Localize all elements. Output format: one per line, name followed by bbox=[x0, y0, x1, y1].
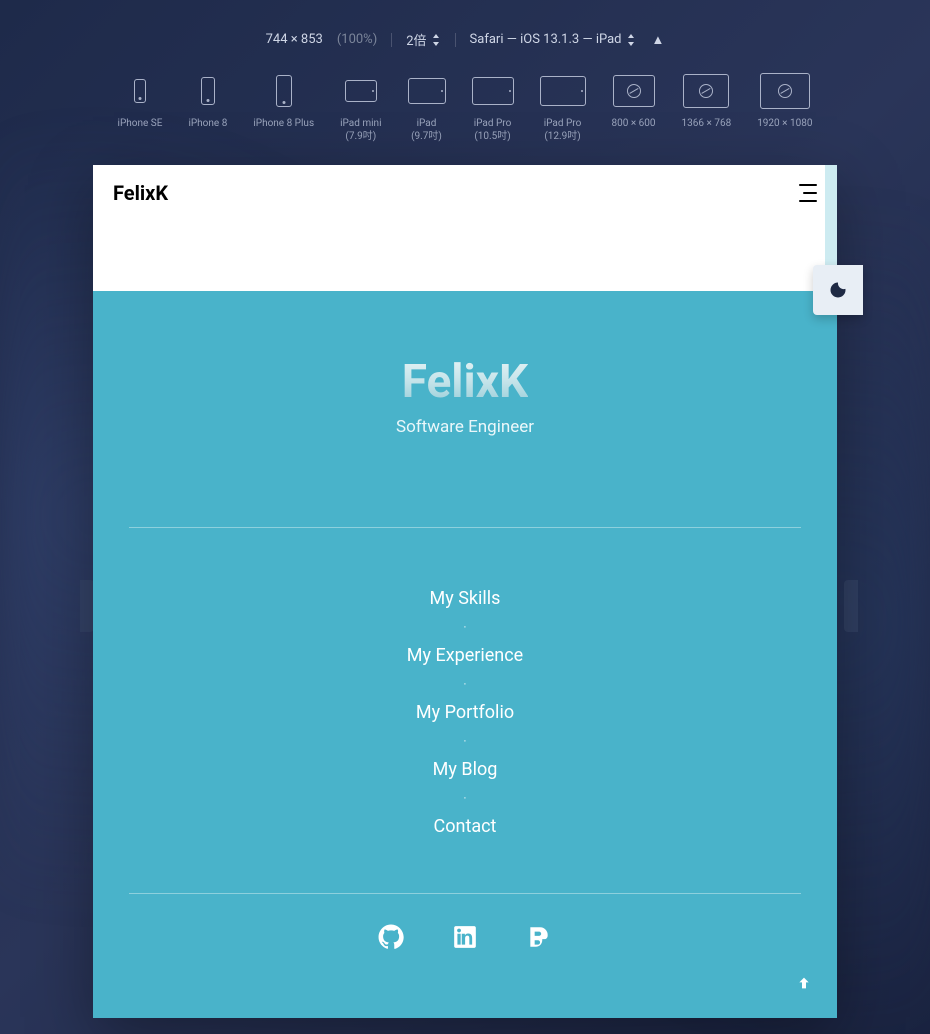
blog-icon[interactable] bbox=[526, 924, 552, 950]
compass-icon bbox=[778, 84, 792, 98]
prev-handle[interactable] bbox=[80, 580, 94, 632]
pixel-ratio-select[interactable]: 2倍 bbox=[406, 30, 440, 49]
brand-logo[interactable]: FelixK bbox=[113, 181, 168, 205]
responsive-status-row: 744 × 853 (100%) 2倍 Safari — iOS 13.1.3 … bbox=[266, 30, 665, 49]
next-handle[interactable] bbox=[844, 580, 858, 632]
device-iphone-8-plus[interactable]: iPhone 8 Plus bbox=[253, 71, 314, 130]
zoom-percent[interactable]: (100%) bbox=[337, 32, 377, 47]
linkedin-icon[interactable] bbox=[452, 924, 478, 950]
chevron-updown-icon bbox=[431, 34, 441, 46]
chevron-updown-icon bbox=[626, 34, 636, 46]
hero-title: FelixK bbox=[402, 355, 529, 409]
menu-button[interactable] bbox=[791, 182, 817, 204]
device-ipad[interactable]: iPad(9.7吋) bbox=[408, 71, 446, 143]
compass-icon bbox=[699, 84, 713, 98]
tablet-icon bbox=[345, 80, 377, 102]
divider bbox=[129, 893, 801, 894]
nav-separator: · bbox=[463, 792, 466, 804]
footer-nav: My Skills · My Experience · My Portfolio… bbox=[93, 588, 837, 837]
nav-link-experience[interactable]: My Experience bbox=[407, 645, 523, 666]
device-800x600[interactable]: 800 × 600 bbox=[612, 71, 656, 130]
nav-separator: · bbox=[463, 735, 466, 747]
device-1366x768[interactable]: 1366 × 768 bbox=[682, 71, 732, 130]
moon-icon bbox=[828, 280, 848, 300]
device-ipad-pro-12[interactable]: iPad Pro(12.9吋) bbox=[540, 71, 586, 143]
monitor-icon bbox=[613, 75, 655, 107]
nav-separator: · bbox=[463, 678, 466, 690]
nav-link-contact[interactable]: Contact bbox=[434, 816, 497, 837]
device-preset-row: iPhone SE iPhone 8 iPhone 8 Plus iPad mi… bbox=[118, 71, 813, 143]
hero-subtitle: Software Engineer bbox=[93, 417, 837, 437]
user-agent-value: Safari — iOS 13.1.3 — iPad bbox=[470, 32, 622, 47]
tablet-icon bbox=[540, 76, 586, 106]
phone-icon bbox=[276, 75, 292, 107]
separator bbox=[455, 33, 456, 47]
scroll-top-button[interactable] bbox=[789, 968, 819, 998]
header-gap bbox=[93, 221, 837, 291]
viewport-dimensions[interactable]: 744 × 853 bbox=[266, 32, 323, 47]
nav-link-portfolio[interactable]: My Portfolio bbox=[416, 702, 514, 723]
nav-link-blog[interactable]: My Blog bbox=[433, 759, 498, 780]
nav-separator: · bbox=[463, 621, 466, 633]
rendered-page-frame: FelixK FelixK Software Engineer My Skill… bbox=[93, 165, 837, 1018]
nav-link-skills[interactable]: My Skills bbox=[430, 588, 501, 609]
tablet-icon bbox=[408, 78, 446, 104]
monitor-icon bbox=[760, 73, 810, 109]
hero-section: FelixK Software Engineer bbox=[93, 291, 837, 437]
device-1920x1080[interactable]: 1920 × 1080 bbox=[757, 71, 812, 130]
device-ipad-mini[interactable]: iPad mini(7.9吋) bbox=[340, 71, 381, 143]
separator bbox=[391, 33, 392, 47]
tablet-icon bbox=[472, 77, 514, 105]
responsive-toolbar: 744 × 853 (100%) 2倍 Safari — iOS 13.1.3 … bbox=[0, 0, 930, 143]
divider bbox=[129, 527, 801, 528]
device-ipad-pro-10[interactable]: iPad Pro(10.5吋) bbox=[472, 71, 514, 143]
github-icon[interactable] bbox=[378, 924, 404, 950]
pixel-ratio-value: 2倍 bbox=[406, 30, 426, 49]
monitor-icon bbox=[683, 74, 729, 108]
user-agent-select[interactable]: Safari — iOS 13.1.3 — iPad bbox=[470, 32, 636, 47]
compass-icon bbox=[627, 84, 641, 98]
arrow-up-icon bbox=[796, 975, 812, 991]
theme-toggle-button[interactable] bbox=[813, 265, 863, 315]
phone-icon bbox=[201, 77, 215, 105]
social-row bbox=[93, 924, 837, 970]
device-iphone-8[interactable]: iPhone 8 bbox=[188, 71, 227, 130]
page-body: FelixK Software Engineer My Skills · My … bbox=[93, 291, 837, 1018]
device-iphone-se[interactable]: iPhone SE bbox=[118, 71, 163, 130]
warning-icon[interactable]: ▲ bbox=[652, 32, 665, 48]
page-header: FelixK bbox=[93, 165, 837, 221]
phone-icon bbox=[134, 79, 146, 103]
